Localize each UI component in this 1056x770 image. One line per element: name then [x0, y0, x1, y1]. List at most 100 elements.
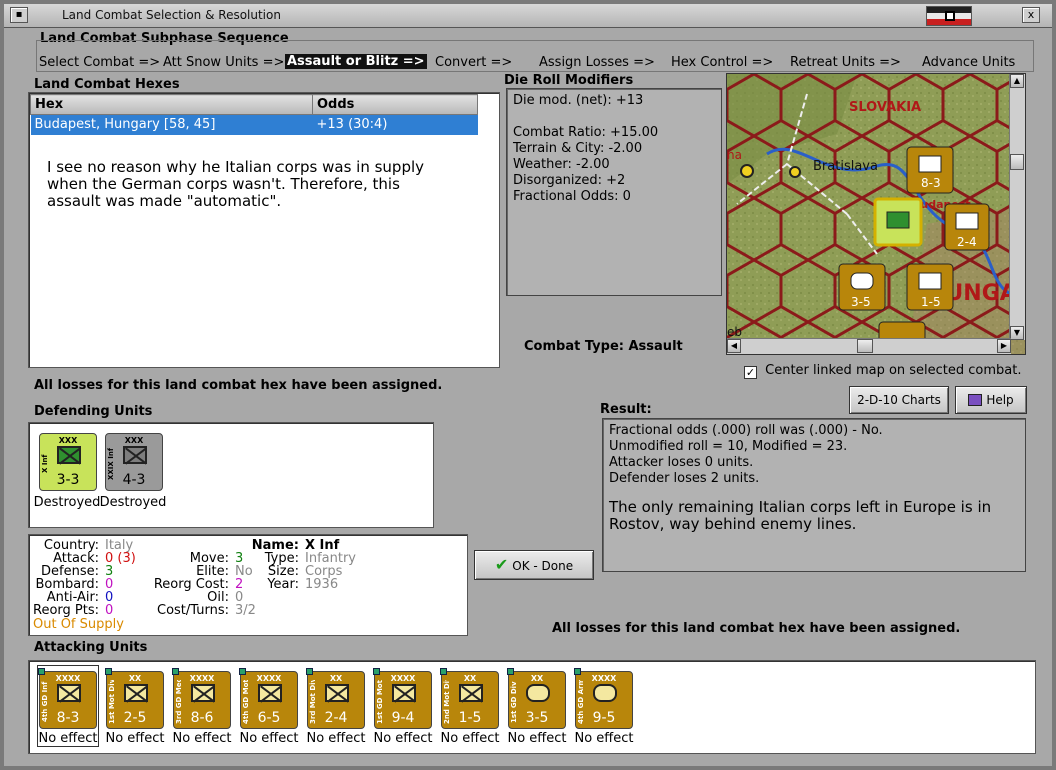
scroll-right-icon[interactable]: ▶ [997, 339, 1011, 353]
unit-strength: 6-5 [257, 710, 281, 726]
close-button[interactable]: x [1022, 7, 1040, 23]
attacking-counter[interactable]: XX 1st GD Div 3-5 [507, 668, 566, 729]
attacking-panel: XXXX 4th GD Inf 8-3 No effect XX 1st Mot Div 2… [28, 660, 1036, 754]
attacking-result: No effect [507, 731, 567, 746]
infantry-symbol-icon [392, 684, 416, 702]
step-advance-units[interactable]: Advance Units [922, 55, 1015, 70]
map-hscroll[interactable]: ◀ ▶ [727, 338, 1011, 354]
column-hex[interactable]: Hex [30, 94, 313, 115]
odds-cell[interactable]: +13 (30:4) [312, 114, 478, 135]
center-map-checkbox[interactable]: ✓ [744, 366, 757, 379]
subphase-sequence: Select Combat => Att Snow Units => Assau… [36, 40, 1034, 72]
modifier-line: Die mod. (net): +13 [513, 93, 644, 108]
map-label-slovakia: SLOVAKIA [849, 100, 921, 115]
unit-strength: 1-5 [458, 710, 482, 726]
modifier-line: Fractional Odds: 0 [513, 189, 631, 204]
hexes-panel: Hex Odds Budapest, Hungary [58, 45] +13 … [28, 92, 500, 368]
unit-strength: 9-4 [391, 710, 415, 726]
infantry-symbol-icon [57, 446, 81, 464]
charts-button[interactable]: 2-D-10 Charts [849, 386, 949, 414]
unit-info-panel: Country: Italy Attack: 0 (3) Defense: 3 … [28, 534, 468, 636]
attacking-result: No effect [172, 731, 232, 746]
ok-done-button[interactable]: ✔ OK - Done [474, 550, 594, 580]
scroll-thumb[interactable] [857, 339, 873, 353]
map-label-corner: eb [727, 325, 742, 339]
result-panel: Fractional odds (.000) roll was (.000) -… [602, 418, 1026, 572]
status-lamp-icon [172, 668, 179, 675]
combat-type-value: Assault [628, 339, 683, 354]
hexes-table: Hex Odds Budapest, Hungary [58, 45] +13 … [30, 94, 478, 135]
step-select-combat[interactable]: Select Combat => [39, 55, 160, 70]
scroll-thumb[interactable] [1010, 154, 1024, 170]
step-att-snow-units[interactable]: Att Snow Units => [163, 55, 284, 70]
unit-strength: 2-5 [123, 710, 147, 726]
svg-text:1-5: 1-5 [921, 295, 941, 309]
attacking-counter[interactable]: XXXX 1st GD Mot 9-4 [373, 668, 432, 729]
attacking-counter[interactable]: XX 1st Mot Div 2-5 [105, 668, 164, 729]
step-hex-control[interactable]: Hex Control => [671, 55, 773, 70]
map-counter[interactable]: 3-5 [838, 263, 886, 311]
svg-text:3-5: 3-5 [851, 295, 871, 309]
status-lamp-icon [373, 668, 380, 675]
map-canvas[interactable]: SLOVAKIA Bratislava HUNGAR Budapest eb n… [727, 74, 1026, 355]
checkmark-icon: ✔ [494, 555, 509, 574]
losses-message-right: All losses for this land combat hex have… [552, 621, 961, 636]
map-vscroll[interactable]: ▲ ▼ [1009, 74, 1025, 340]
step-retreat-units[interactable]: Retreat Units => [790, 55, 901, 70]
map-counter[interactable]: 2-4 [944, 203, 990, 251]
armor-symbol-icon [593, 684, 617, 702]
map-label-partial: na [727, 148, 742, 162]
defending-title: Defending Units [34, 404, 153, 419]
hex-cell[interactable]: Budapest, Hungary [58, 45] [30, 114, 313, 135]
center-map-option[interactable]: ✓ Center linked map on selected combat. [744, 363, 1022, 379]
ok-done-label: OK - Done [512, 559, 574, 573]
modifier-line: Weather: -2.00 [513, 157, 610, 172]
result-title: Result: [600, 402, 652, 417]
linked-map[interactable]: SLOVAKIA Bratislava HUNGAR Budapest eb n… [726, 73, 1026, 355]
map-counter-selected[interactable] [873, 197, 923, 247]
defending-counter[interactable]: XXX X Inf 3-3 [39, 433, 97, 491]
attacking-counter[interactable]: XX 3rd Mot Div 2-4 [306, 668, 365, 729]
cost-turns-value: 3/2 [235, 603, 256, 618]
modifiers-title: Die Roll Modifiers [504, 73, 634, 88]
map-counter[interactable]: 1-5 [906, 263, 954, 311]
attacking-counter[interactable]: XXXX 3rd GD Mech 8-6 [172, 668, 231, 729]
defending-counter[interactable]: XXX XXIX Inf 4-3 [105, 433, 163, 491]
attacking-counter[interactable]: XXXX 4th GD Mot 6-5 [239, 668, 298, 729]
svg-text:2-4: 2-4 [957, 235, 977, 249]
attacking-counter[interactable]: XXXX 4th GD Arm 9-5 [574, 668, 633, 729]
modifier-line: Disorganized: +2 [513, 173, 626, 188]
step-assign-losses[interactable]: Assign Losses => [539, 55, 655, 70]
help-button[interactable]: Help [955, 386, 1027, 414]
status-lamp-icon [38, 668, 45, 675]
map-counter[interactable]: 8-3 [906, 146, 954, 194]
defending-result: Destroyed [99, 495, 167, 510]
modifier-line [513, 109, 715, 125]
step-convert[interactable]: Convert => [435, 55, 512, 70]
scroll-down-icon[interactable]: ▼ [1010, 326, 1024, 340]
unit-strength: 8-3 [56, 710, 80, 726]
unit-strength: 8-6 [190, 710, 214, 726]
hexes-title: Land Combat Hexes [34, 77, 180, 92]
window-menu-icon[interactable]: ▪ [10, 7, 28, 23]
scroll-up-icon[interactable]: ▲ [1010, 74, 1024, 88]
cost-turns-label: Cost/Turns: [157, 603, 229, 618]
step-assault-or-blitz[interactable]: Assault or Blitz => [285, 54, 427, 69]
column-odds[interactable]: Odds [312, 94, 478, 115]
status-lamp-icon [105, 668, 112, 675]
unit-strength: 3-5 [525, 710, 549, 726]
defending-result: Destroyed [33, 495, 101, 510]
infantry-symbol-icon [124, 684, 148, 702]
combat-type-label: Combat Type: [524, 339, 624, 354]
window-title: Land Combat Selection & Resolution [62, 8, 281, 22]
center-map-label: Center linked map on selected combat. [765, 363, 1022, 378]
attacking-result: No effect [440, 731, 500, 746]
scroll-left-icon[interactable]: ◀ [727, 339, 741, 353]
unit-strength: 3-3 [56, 472, 80, 488]
attacking-counter[interactable]: XXXX 4th GD Inf 8-3 [38, 668, 97, 729]
attacking-title: Attacking Units [34, 640, 148, 655]
armor-symbol-icon [526, 684, 550, 702]
table-row[interactable]: Budapest, Hungary [58, 45] +13 (30:4) [30, 114, 478, 135]
attacking-counter[interactable]: XX 2nd Mot Div 1-5 [440, 668, 499, 729]
modifier-line: Combat Ratio: +15.00 [513, 125, 659, 140]
